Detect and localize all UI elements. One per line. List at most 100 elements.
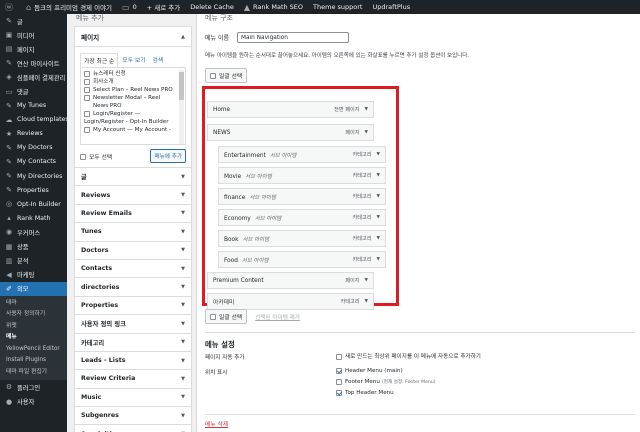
- updraft-link[interactable]: UpdraftPlus: [367, 0, 415, 14]
- accordion-section-header[interactable]: 사용자 정의 링크 ▼: [75, 315, 191, 334]
- delete-menu-link[interactable]: 메뉴 삭제: [205, 419, 228, 428]
- new-content-link[interactable]: + 새로 추가: [142, 0, 186, 14]
- sidebar-item[interactable]: ▴ Rank Math: [0, 211, 67, 225]
- display-location-checkbox[interactable]: [336, 368, 342, 374]
- submenu-item[interactable]: YellowPencil Editor: [0, 344, 67, 356]
- menu-item[interactable]: Entertainment 서브 아이템 카테고리 ▼: [218, 146, 386, 163]
- sidebar-item[interactable]: ▦ 상품: [0, 240, 67, 254]
- accordion-section-header[interactable]: Properties ▼: [75, 297, 191, 316]
- sidebar-item[interactable]: ◎ Opt-In Builder: [0, 197, 67, 211]
- display-location-option[interactable]: Header Menu (main): [336, 367, 403, 374]
- display-location-checkbox[interactable]: [336, 379, 342, 385]
- accordion-section-header[interactable]: Reviews ▼: [75, 186, 191, 205]
- sidebar-item[interactable]: ✎ My Doctors: [0, 141, 67, 155]
- menu-item[interactable]: Premium Content 페이지 ▼: [207, 272, 374, 289]
- accordion-section-header[interactable]: Specialties▼: [75, 425, 191, 432]
- submenu-item[interactable]: 사용자 정의하기: [0, 309, 67, 321]
- page-checkbox[interactable]: [84, 111, 90, 117]
- menu-item[interactable]: 아카데미 카테고리 ▼: [207, 293, 374, 310]
- menu-name-input[interactable]: [237, 32, 349, 43]
- accordion-section-header[interactable]: Review Emails ▼: [75, 205, 191, 224]
- accordion-section-header[interactable]: Contacts ▼: [75, 260, 191, 279]
- theme-support-link[interactable]: Theme support: [308, 0, 367, 14]
- tab-most-recent[interactable]: 가장 최근 순: [80, 53, 119, 68]
- accordion-section-header[interactable]: directories ▼: [75, 278, 191, 297]
- select-all-checkbox[interactable]: [80, 153, 86, 160]
- submenu-item[interactable]: 테마: [0, 298, 67, 310]
- chevron-down-icon[interactable]: ▼: [365, 130, 368, 135]
- sidebar-item[interactable]: ⚙ 플러그인: [0, 380, 67, 394]
- bulk-select-button-bottom[interactable]: 일괄 선택: [205, 309, 248, 324]
- page-checkbox[interactable]: [84, 87, 90, 93]
- bulk-select-checkbox-bottom[interactable]: [210, 314, 216, 320]
- page-checkbox-item[interactable]: Newsletter Modal – Reel News PRO: [84, 94, 176, 110]
- sidebar-item[interactable]: ▭ 댓글: [0, 84, 67, 98]
- accordion-section-header[interactable]: 카테고리 ▼: [75, 334, 191, 352]
- chevron-down-icon[interactable]: ▼: [365, 278, 368, 283]
- chevron-down-icon[interactable]: ▼: [377, 257, 380, 262]
- accordion-section-header[interactable]: Doctors ▼: [75, 242, 191, 260]
- accordion-section-header[interactable]: 글 ▼: [75, 168, 191, 187]
- wp-logo-button[interactable]: ⓦ: [0, 0, 21, 14]
- menu-item[interactable]: Home 전면 페이지 ▼: [207, 101, 374, 118]
- add-to-menu-button[interactable]: 메뉴에 추가: [150, 149, 186, 163]
- site-name-link[interactable]: ⌂ 듬크의 프리미엄 경제 이야기: [21, 0, 117, 14]
- display-location-option[interactable]: Top Header Menu: [336, 389, 394, 396]
- chevron-down-icon[interactable]: ▼: [377, 173, 380, 178]
- menu-item[interactable]: Economy 서브 아이템 카테고리 ▼: [218, 209, 386, 226]
- chevron-down-icon[interactable]: ▼: [365, 299, 368, 304]
- chevron-down-icon[interactable]: ▼: [365, 107, 368, 112]
- page-checkbox[interactable]: [84, 95, 90, 101]
- chevron-down-icon[interactable]: ▼: [377, 194, 380, 199]
- page-checkbox[interactable]: [84, 79, 90, 85]
- select-all-pages[interactable]: 모두 선택: [80, 152, 112, 161]
- accordion-pages-header[interactable]: 페이지 ▲: [75, 27, 191, 47]
- accordion-section-header[interactable]: Leads - Lists ▼: [75, 352, 191, 371]
- tab-view-all[interactable]: 모두 보기: [119, 53, 148, 68]
- pages-scrollbar-thumb[interactable]: [179, 72, 184, 100]
- page-checkbox-item[interactable]: 뉴스레터 신청: [84, 70, 176, 78]
- chevron-down-icon[interactable]: ▼: [377, 215, 380, 220]
- page-checkbox-item[interactable]: 회사소개: [84, 78, 176, 86]
- accordion-section-header[interactable]: Review Criteria ▼: [75, 370, 191, 389]
- sidebar-item[interactable]: ▥ 분석: [0, 254, 67, 268]
- sidebar-item[interactable]: ◀ 마케팅: [0, 268, 67, 282]
- auto-add-checkbox[interactable]: [336, 353, 342, 360]
- chevron-down-icon[interactable]: ▼: [377, 236, 380, 241]
- sidebar-item[interactable]: ★ Reviews: [0, 127, 67, 141]
- display-location-checkbox[interactable]: [336, 390, 342, 396]
- sidebar-item[interactable]: ✎ My Directories: [0, 169, 67, 183]
- comments-link[interactable]: ▭ 0: [117, 0, 142, 14]
- remove-selected-link[interactable]: 선택된 아이템 제거: [255, 313, 300, 321]
- sidebar-item[interactable]: ◈ 심플페이 결제관리: [0, 70, 67, 84]
- sidebar-item[interactable]: ✎ My Contacts: [0, 155, 67, 169]
- submenu-item[interactable]: 위젯: [0, 321, 67, 333]
- menu-item[interactable]: Book 서브 아이템 카테고리 ▼: [218, 230, 386, 247]
- accordion-section-header[interactable]: Subgenres ▼: [75, 407, 191, 426]
- accordion-section-header[interactable]: Music ▼: [75, 389, 191, 408]
- menu-item[interactable]: finance 서브 아이템 카테고리 ▼: [218, 188, 386, 205]
- bulk-select-checkbox-top[interactable]: [210, 73, 216, 79]
- sidebar-item[interactable]: ● 사용자: [0, 394, 67, 408]
- sidebar-item[interactable]: ☁ Cloud templates: [0, 113, 68, 127]
- display-location-option[interactable]: Footer Menu (현재 설정: Footer Menu): [336, 378, 436, 385]
- page-checkbox[interactable]: [84, 127, 90, 133]
- tab-search[interactable]: 검색: [150, 53, 167, 68]
- bulk-select-button-top[interactable]: 일괄 선택: [205, 68, 248, 83]
- page-checkbox[interactable]: [84, 71, 90, 77]
- sidebar-item[interactable]: ✎ Properties: [0, 183, 67, 197]
- menu-item[interactable]: Movie 서브 아이템 카테고리 ▼: [218, 167, 386, 184]
- auto-add-option[interactable]: 새로 만드는 최상위 페이지를 이 메뉴에 자동으로 추가하기: [336, 352, 481, 360]
- sidebar-item[interactable]: ▤ 페이지: [0, 42, 67, 56]
- accordion-section-header[interactable]: Tunes ▼: [75, 223, 191, 242]
- pages-scrollbar[interactable]: [179, 70, 184, 144]
- page-checkbox-item[interactable]: Select Plan – Reel News PRO: [84, 86, 176, 94]
- delete-cache-link[interactable]: Delete Cache: [185, 0, 239, 14]
- sidebar-item[interactable]: ✐ 외모: [0, 281, 67, 296]
- menu-item[interactable]: NEWS 페이지 ▼: [207, 124, 374, 141]
- chevron-down-icon[interactable]: ▼: [377, 152, 380, 157]
- page-checkbox-item[interactable]: My Account — My Account -: [84, 126, 176, 134]
- submenu-item[interactable]: 메뉴: [0, 332, 67, 344]
- submenu-item[interactable]: 테마 파일 편집기: [0, 367, 67, 379]
- sidebar-item[interactable]: ◉ 우커머스: [0, 225, 67, 239]
